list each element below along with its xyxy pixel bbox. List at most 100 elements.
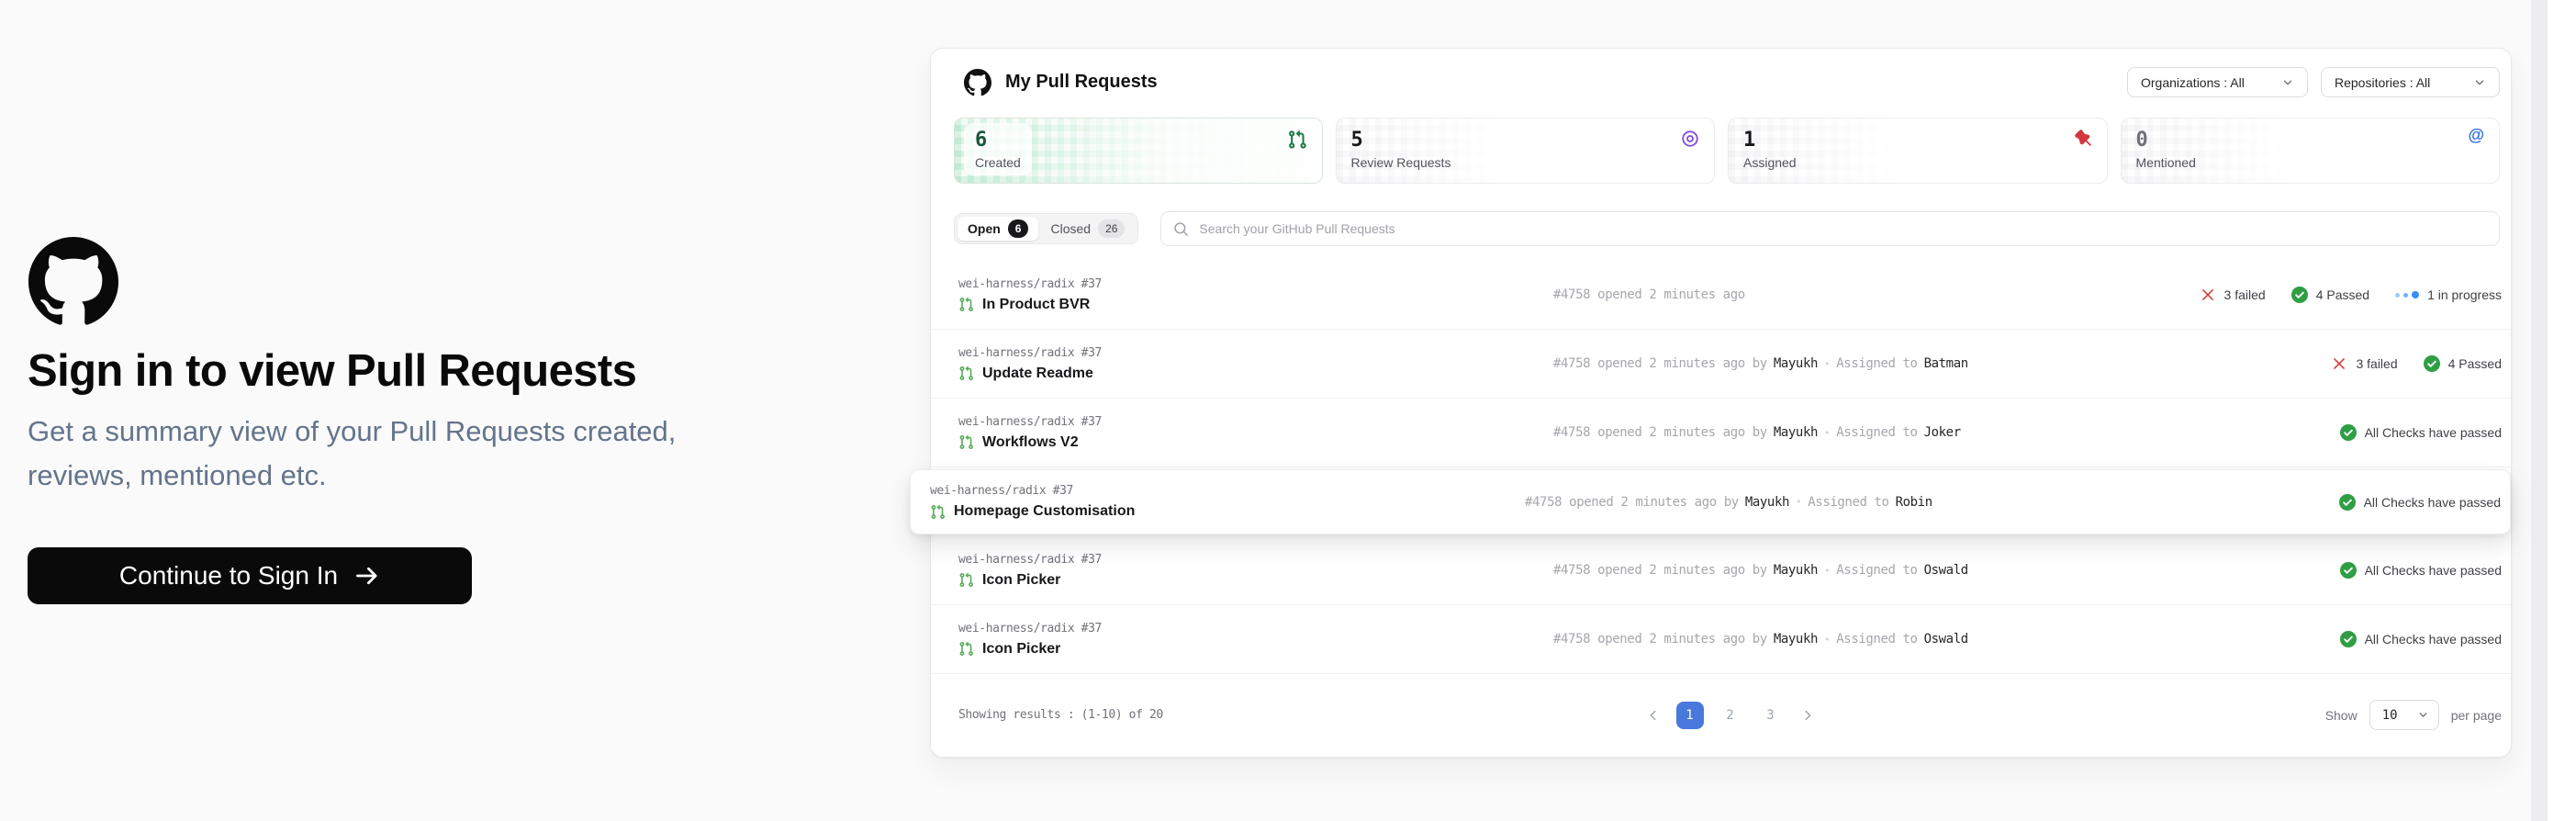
toolbar: Open 6 Closed 26 bbox=[954, 211, 2500, 246]
pr-row[interactable]: wei-harness/radix #37 Icon Picker #4758 … bbox=[931, 605, 2511, 674]
per-page-label: per page bbox=[2451, 708, 2502, 723]
chevron-left-icon bbox=[1647, 709, 1660, 722]
pr-assigned-label: Assigned to bbox=[1836, 632, 1917, 647]
pull-request-icon bbox=[958, 297, 974, 312]
tab-open[interactable]: Open 6 bbox=[958, 217, 1038, 241]
page-button-1[interactable]: 1 bbox=[1676, 702, 1704, 729]
pr-opened: #4758 opened 2 minutes ago by bbox=[1553, 563, 1767, 578]
results-summary: Showing results : (1-10) of 20 bbox=[958, 708, 1643, 722]
check-passed-item: All Checks have passed bbox=[2340, 562, 2502, 579]
search-input[interactable] bbox=[1199, 221, 2487, 236]
signin-section: Sign in to view Pull Requests Get a summ… bbox=[28, 237, 799, 604]
panel-title: My Pull Requests bbox=[1005, 72, 1158, 93]
pr-meta: #4758 opened 2 minutes ago bbox=[1553, 287, 2181, 302]
stat-card-review-requests[interactable]: 5 Review Requests bbox=[1336, 118, 1716, 184]
check-circle-icon bbox=[2291, 287, 2308, 303]
page-button-3[interactable]: 3 bbox=[1757, 702, 1785, 729]
check-passed-item: All Checks have passed bbox=[2340, 631, 2502, 647]
x-icon bbox=[2200, 287, 2216, 303]
pr-assigned-label: Assigned to bbox=[1836, 425, 1917, 440]
pr-checks: 3 failed 4 Passed 1 in progress bbox=[2200, 287, 2502, 303]
panel-footer: Showing results : (1-10) of 20 1 2 3 Sho… bbox=[931, 674, 2511, 730]
pr-opened: #4758 opened 2 minutes ago by bbox=[1553, 356, 1767, 371]
pr-meta: #4758 opened 2 minutes ago by Mayukh • A… bbox=[1553, 425, 2322, 440]
signin-title: Sign in to view Pull Requests bbox=[28, 345, 799, 397]
pr-author: Mayukh bbox=[1745, 495, 1789, 510]
pin-icon bbox=[2075, 129, 2092, 147]
tab-closed-label: Closed bbox=[1050, 221, 1091, 236]
check-circle-icon bbox=[2340, 631, 2357, 647]
progress-dots-icon bbox=[2395, 291, 2419, 298]
chevron-down-icon bbox=[2417, 709, 2429, 721]
pr-meta: #4758 opened 2 minutes ago by Mayukh • A… bbox=[1553, 563, 2322, 578]
search-icon bbox=[1173, 221, 1189, 237]
pr-row[interactable]: wei-harness/radix #37 Workflows V2 #4758… bbox=[931, 399, 2511, 467]
stat-card-created[interactable]: 6 Created bbox=[954, 118, 1323, 184]
pr-opened: #4758 opened 2 minutes ago bbox=[1553, 287, 1745, 302]
pr-list: wei-harness/radix #37 In Product BVR #47… bbox=[931, 261, 2511, 674]
pr-author: Mayukh bbox=[1774, 425, 1818, 440]
check-circle-icon bbox=[2340, 562, 2357, 579]
pr-row[interactable]: wei-harness/radix #37 Update Readme #475… bbox=[931, 330, 2511, 399]
pull-requests-panel: My Pull Requests Organizations : All Rep… bbox=[930, 48, 2512, 758]
page-size-select[interactable]: 10 bbox=[2369, 700, 2439, 730]
pr-checks: 3 failed 4 Passed bbox=[2331, 355, 2502, 372]
stat-card-mentioned[interactable]: 0 Mentioned @ bbox=[2121, 118, 2501, 184]
check-circle-icon bbox=[2339, 494, 2356, 511]
prev-page-button[interactable] bbox=[1643, 705, 1663, 725]
pr-repo: wei-harness/radix #37 bbox=[958, 553, 1553, 567]
pr-assignee: Oswald bbox=[1924, 563, 1968, 578]
status-tabs: Open 6 Closed 26 bbox=[954, 213, 1138, 244]
check-failed-item: 3 failed bbox=[2331, 355, 2397, 372]
pr-author: Mayukh bbox=[1774, 632, 1818, 647]
github-logo-icon bbox=[28, 237, 119, 327]
pull-request-icon bbox=[958, 434, 974, 450]
pr-opened: #4758 opened 2 minutes ago by bbox=[1553, 425, 1767, 440]
pr-meta: #4758 opened 2 minutes ago by Mayukh • A… bbox=[1553, 632, 2322, 647]
tab-open-label: Open bbox=[968, 221, 1001, 236]
pr-row[interactable]: wei-harness/radix #37 Icon Picker #4758 … bbox=[931, 536, 2511, 605]
check-progress-item: 1 in progress bbox=[2395, 287, 2502, 302]
mentioned-count: 0 bbox=[2136, 129, 2196, 152]
pull-request-icon bbox=[930, 504, 946, 520]
pull-request-icon bbox=[958, 572, 974, 588]
next-page-button[interactable] bbox=[1798, 705, 1818, 725]
stat-card-assigned[interactable]: 1 Assigned bbox=[1728, 118, 2108, 184]
pr-assignee: Batman bbox=[1924, 356, 1968, 371]
assigned-label: Assigned bbox=[1743, 155, 1797, 170]
page-button-2[interactable]: 2 bbox=[1717, 702, 1744, 729]
continue-signin-button[interactable]: Continue to Sign In bbox=[28, 547, 472, 604]
pr-opened: #4758 opened 2 minutes ago by bbox=[1553, 632, 1767, 647]
pagination: 1 2 3 bbox=[1643, 702, 1818, 729]
pr-row-highlighted[interactable]: wei-harness/radix #37 Homepage Customisa… bbox=[910, 469, 2511, 534]
chevron-down-icon bbox=[2473, 76, 2486, 89]
pr-assigned-label: Assigned to bbox=[1808, 495, 1888, 510]
organizations-filter-label: Organizations : All bbox=[2141, 75, 2245, 90]
pr-repo: wei-harness/radix #37 bbox=[930, 484, 1525, 498]
pr-row[interactable]: wei-harness/radix #37 In Product BVR #47… bbox=[931, 261, 2511, 330]
page: Sign in to view Pull Requests Get a summ… bbox=[0, 0, 2576, 821]
organizations-filter[interactable]: Organizations : All bbox=[2127, 67, 2308, 97]
check-passed-item: 4 Passed bbox=[2291, 287, 2369, 303]
pr-meta: #4758 opened 2 minutes ago by Mayukh • A… bbox=[1525, 495, 2321, 510]
chevron-right-icon bbox=[1801, 709, 1814, 722]
pr-title: Icon Picker bbox=[982, 641, 1060, 658]
pr-repo: wei-harness/radix #37 bbox=[958, 277, 1553, 291]
review-requests-label: Review Requests bbox=[1351, 155, 1451, 170]
pull-request-icon bbox=[958, 366, 974, 381]
repositories-filter[interactable]: Repositories : All bbox=[2321, 67, 2500, 97]
pr-opened: #4758 opened 2 minutes ago by bbox=[1525, 495, 1739, 510]
check-failed-item: 3 failed bbox=[2200, 287, 2266, 303]
pull-request-icon bbox=[958, 641, 974, 657]
pr-repo: wei-harness/radix #37 bbox=[958, 622, 1553, 635]
created-count: 6 bbox=[975, 129, 1021, 152]
created-label: Created bbox=[975, 155, 1021, 170]
page-scrollbar-track[interactable] bbox=[2531, 0, 2548, 821]
pull-request-icon bbox=[1287, 129, 1307, 150]
tab-closed[interactable]: Closed 26 bbox=[1040, 217, 1135, 241]
signin-subtitle: Get a summary view of your Pull Requests… bbox=[28, 410, 753, 498]
pr-title: Homepage Customisation bbox=[954, 503, 1135, 520]
pr-title: Update Readme bbox=[982, 366, 1093, 382]
at-icon: @ bbox=[2468, 126, 2484, 145]
pr-repo: wei-harness/radix #37 bbox=[958, 415, 1553, 429]
